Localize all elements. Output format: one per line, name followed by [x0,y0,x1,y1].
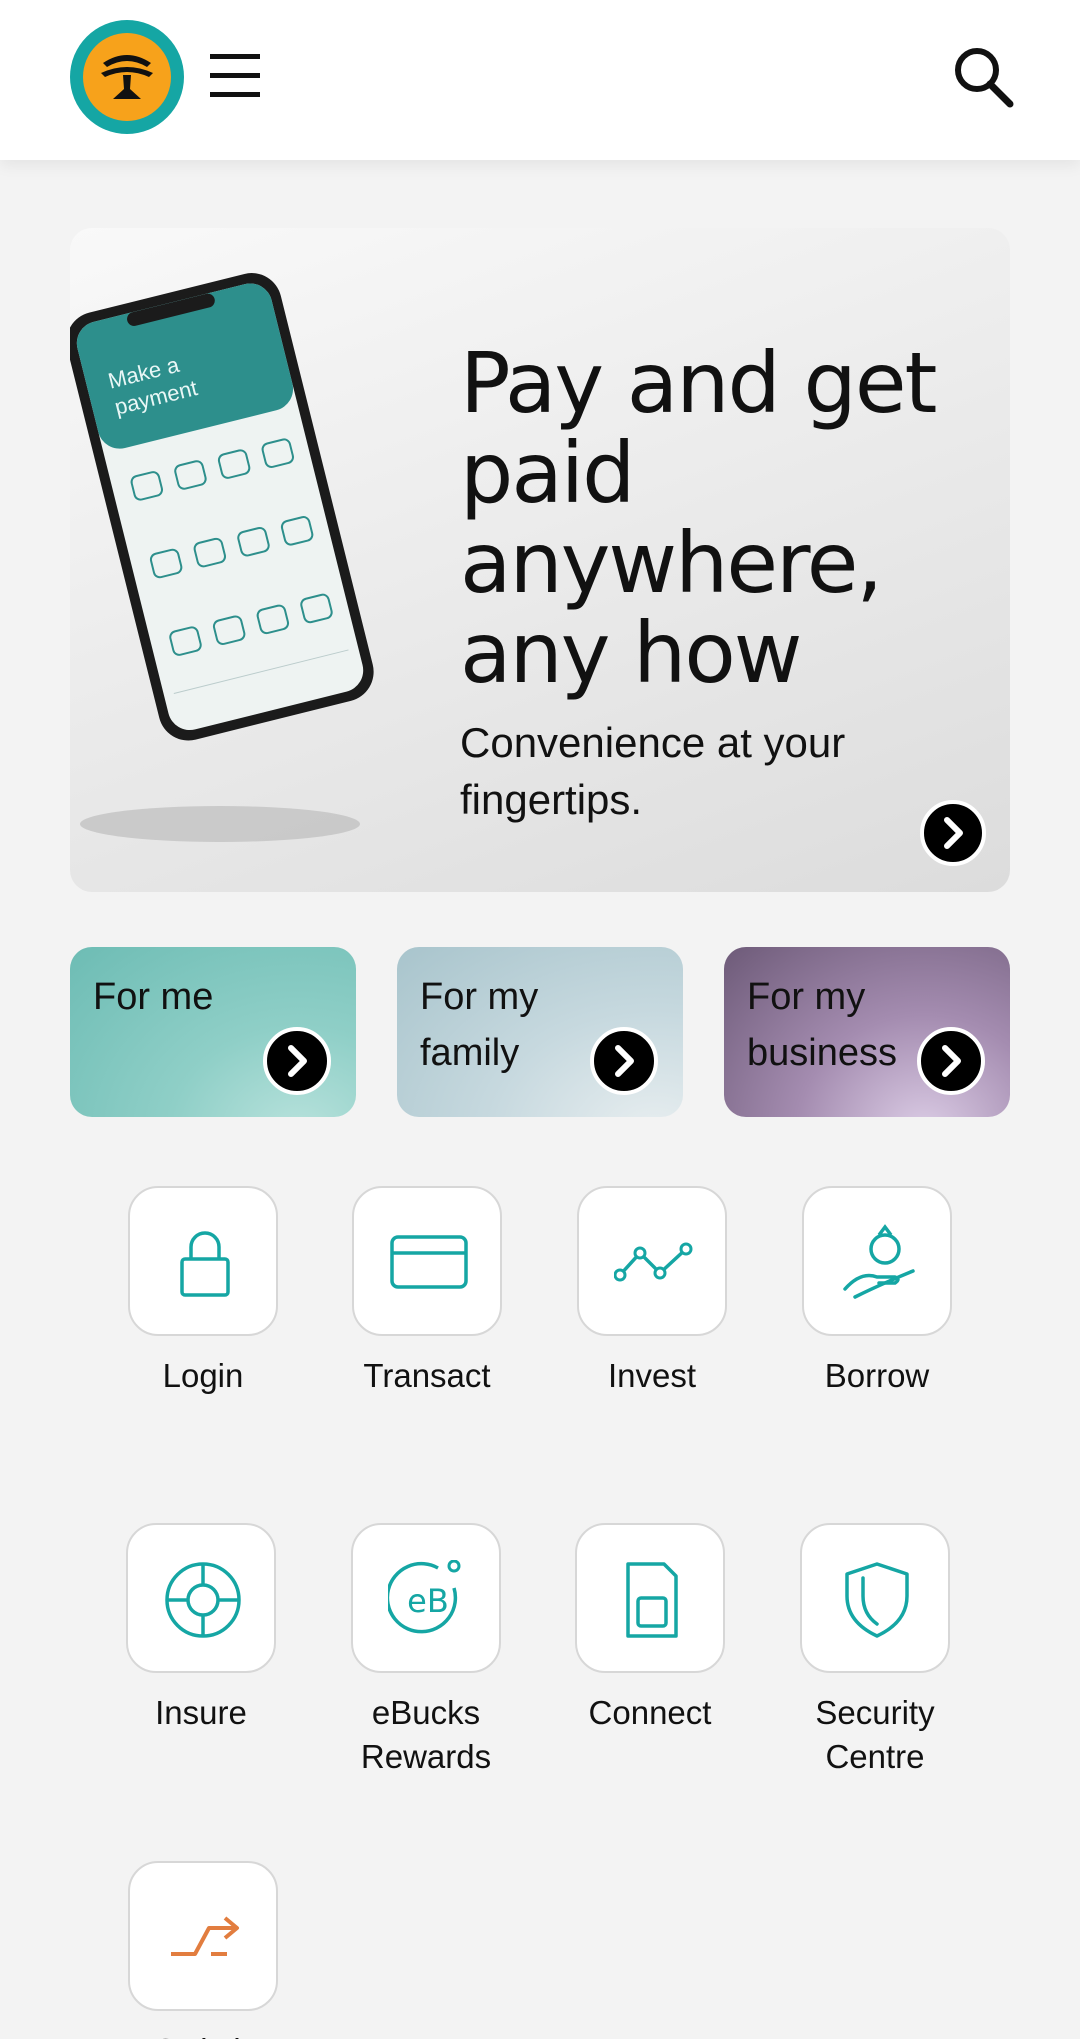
tile-insure[interactable]: Insure [91,1523,311,1735]
tile-label: Invest [607,1357,697,1394]
switch-arrows-icon [171,1916,239,1956]
segment-for-my-family[interactable]: For my family [397,947,683,1117]
tile-box [352,1186,502,1336]
tile-label: Security Centre [815,1694,935,1775]
svg-text:eB: eB [407,1582,449,1620]
hero-arrow-button[interactable] [920,800,986,866]
tile-transact[interactable]: Transact [317,1186,537,1398]
hero-subtitle: Convenience at your fingertips. [460,719,846,823]
hand-money-bag-icon [843,1224,915,1299]
segment-for-my-business[interactable]: For my business [724,947,1010,1117]
search-icon[interactable] [950,44,1018,112]
tile-label: Switch [93,2029,313,2039]
segment-for-me[interactable]: For me [70,947,356,1117]
tile-box [577,1186,727,1336]
tile-box: eB [351,1523,501,1673]
phone-illustration [70,273,374,842]
tile-label: Insure [155,1694,247,1731]
tile-borrow[interactable]: Borrow [767,1186,987,1398]
tile-box [800,1523,950,1673]
tile-security-centre[interactable]: Security Centre [765,1523,985,1779]
tile-box [802,1186,952,1336]
tile-label: eBucks Rewards [360,1694,492,1775]
tile-connect[interactable]: Connect [540,1523,760,1735]
segment-label: For me [93,976,214,1018]
tile-box [575,1523,725,1673]
fnb-logo[interactable] [70,20,184,134]
tile-label: Transact [363,1357,491,1394]
chevron-right-icon [917,1027,985,1095]
tile-box [128,1861,278,2011]
card-icon [390,1235,468,1289]
tile-label: Borrow [824,1357,930,1394]
chevron-right-icon [944,817,963,849]
tile-login[interactable]: Login [93,1186,313,1398]
lock-icon [180,1231,230,1297]
chevron-right-icon [263,1027,331,1095]
lifebuoy-icon [165,1562,241,1638]
tile-label: Connect [588,1694,712,1731]
shield-icon [845,1562,909,1638]
tile-box [126,1523,276,1673]
tile-invest[interactable]: Invest [542,1186,762,1398]
chart-line-icon [614,1242,693,1282]
ebucks-icon: eB [388,1560,461,1634]
hero-banner[interactable]: Make a payment Pay and get paid anywhere… [70,228,1010,892]
tile-box [128,1186,278,1336]
tree-icon [101,55,153,99]
hamburger-menu-icon[interactable] [206,48,266,104]
chevron-right-icon [590,1027,658,1095]
sim-card-icon [626,1562,678,1638]
tile-label: Login [162,1357,244,1394]
top-header [0,0,1080,160]
hero-title: Pay and get paid anywhere, any how [460,334,937,702]
tile-ebucks-rewards[interactable]: eB eBucks Rewards [316,1523,536,1779]
tile-switch[interactable]: Switch [93,1861,313,2039]
